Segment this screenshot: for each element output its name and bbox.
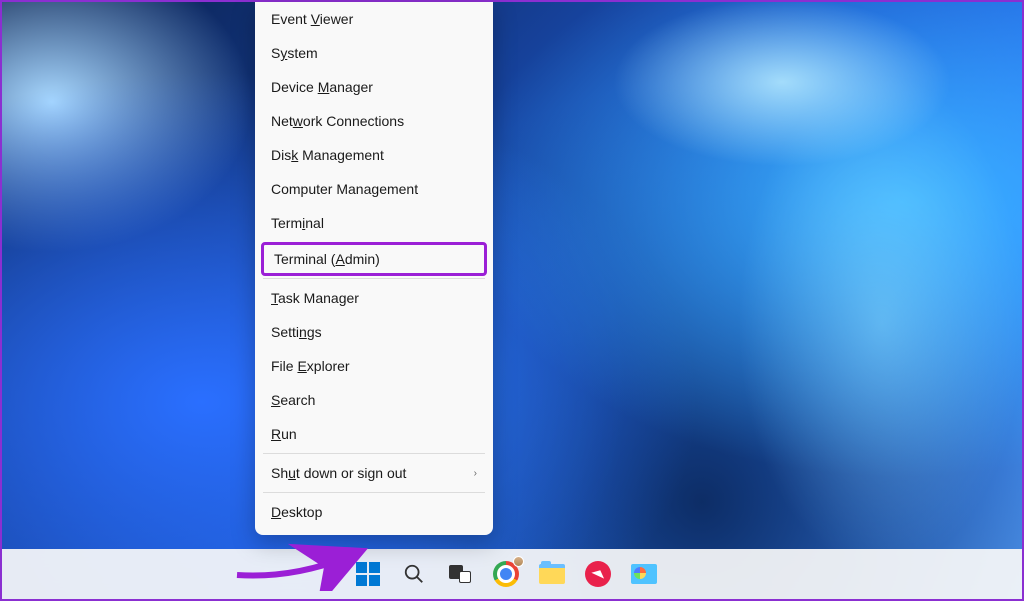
menu-item-settings[interactable]: Settings — [255, 315, 493, 349]
menu-item-file-explorer[interactable]: File Explorer — [255, 349, 493, 383]
desktop-wallpaper — [2, 2, 1022, 599]
winx-context-menu: Event Viewer System Device Manager Network … — [255, 2, 493, 535]
menu-item-label: File Explorer — [271, 358, 350, 374]
menu-item-desktop[interactable]: Desktop — [255, 495, 493, 529]
menu-item-task-manager[interactable]: Task Manager — [255, 281, 493, 315]
chrome-button[interactable] — [492, 560, 520, 588]
windows-logo-icon — [356, 562, 380, 586]
pinned-app-2-button[interactable] — [630, 560, 658, 588]
menu-item-label: Device Manager — [271, 79, 373, 95]
menu-item-label: Run — [271, 426, 297, 442]
file-explorer-button[interactable] — [538, 560, 566, 588]
menu-item-label: Terminal — [271, 215, 324, 231]
menu-item-label: System — [271, 45, 318, 61]
menu-item-label: Network Connections — [271, 113, 404, 129]
menu-item-run[interactable]: Run — [255, 417, 493, 451]
menu-item-disk-management[interactable]: Disk Management — [255, 138, 493, 172]
menu-item-terminal-admin[interactable]: Terminal (Admin) — [261, 242, 487, 276]
start-button[interactable] — [354, 560, 382, 588]
menu-item-shut-down-or-sign-out[interactable]: Shut down or sign out › — [255, 456, 493, 490]
menu-item-label: Search — [271, 392, 315, 408]
menu-item-network-connections[interactable]: Network Connections — [255, 104, 493, 138]
menu-item-device-manager[interactable]: Device Manager — [255, 70, 493, 104]
menu-item-label: Settings — [271, 324, 322, 340]
menu-item-search[interactable]: Search — [255, 383, 493, 417]
taskbar — [2, 549, 1022, 599]
search-button[interactable] — [400, 560, 428, 588]
menu-item-event-viewer[interactable]: Event Viewer — [255, 2, 493, 36]
menu-item-terminal[interactable]: Terminal — [255, 206, 493, 240]
menu-item-label: Computer Management — [271, 181, 418, 197]
menu-item-computer-management[interactable]: Computer Management — [255, 172, 493, 206]
chevron-right-icon: › — [474, 468, 477, 479]
profile-badge-icon — [513, 556, 524, 567]
menu-separator — [263, 492, 485, 493]
menu-separator — [263, 453, 485, 454]
taskview-button[interactable] — [446, 560, 474, 588]
folder-icon — [539, 564, 565, 584]
pinned-app-1-button[interactable] — [584, 560, 612, 588]
menu-item-label: Event Viewer — [271, 11, 353, 27]
app-ctrl-icon — [631, 564, 657, 584]
taskview-icon — [449, 565, 471, 583]
menu-separator — [263, 278, 485, 279]
app-red-icon — [585, 561, 611, 587]
menu-item-label: Shut down or sign out — [271, 465, 406, 481]
menu-item-label: Task Manager — [271, 290, 359, 306]
menu-item-label: Desktop — [271, 504, 322, 520]
search-icon — [403, 563, 425, 585]
menu-item-label: Terminal (Admin) — [274, 251, 380, 267]
menu-item-label: Disk Management — [271, 147, 384, 163]
menu-item-system[interactable]: System — [255, 36, 493, 70]
